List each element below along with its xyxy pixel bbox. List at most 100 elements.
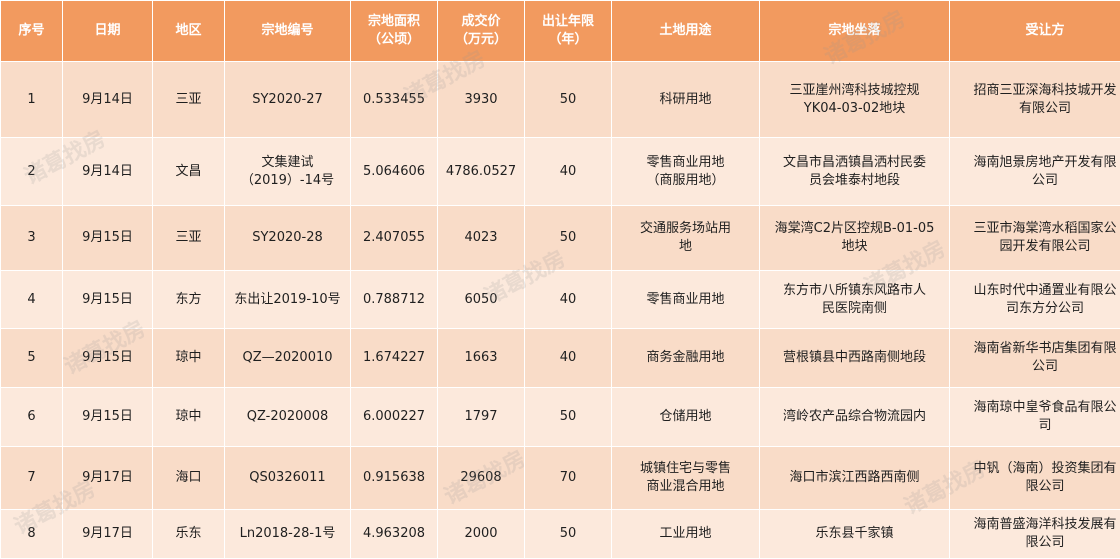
row-region: 三亚	[153, 62, 225, 138]
row-region: 乐东	[153, 510, 225, 559]
row-land-use: 仓储用地	[612, 388, 760, 447]
row-parcel-id: QZ-2020008	[225, 388, 351, 447]
row-land-use: 工业用地	[612, 510, 760, 559]
row-location: 海棠湾C2片区控规B-01-05 地块	[760, 206, 950, 271]
row-date: 9月14日	[63, 138, 153, 206]
row-buyer: 中钒（海南）投资集团有 限公司	[950, 447, 1120, 510]
row-location: 三亚崖州湾科技城控规 YK04-03-02地块	[760, 62, 950, 138]
row-region: 琼中	[153, 329, 225, 388]
row-region: 琼中	[153, 388, 225, 447]
table-row: 49月15日东方东出让2019-10号0.788712605040零售商业用地东…	[1, 271, 1120, 329]
row-date: 9月17日	[63, 510, 153, 559]
row-land-use: 交通服务场站用 地	[612, 206, 760, 271]
row-location: 文昌市昌洒镇昌洒村民委 员会堆泰村地段	[760, 138, 950, 206]
header-buyer: 受让方	[950, 1, 1120, 62]
row-years: 40	[525, 138, 612, 206]
row-area: 6.000227	[351, 388, 438, 447]
row-date: 9月15日	[63, 271, 153, 329]
land-transaction-table: 序号 日期 地区 宗地编号 宗地面积 （公顷） 成交价 （万元） 出让年限 （年…	[0, 0, 1120, 559]
row-parcel-id: SY2020-28	[225, 206, 351, 271]
row-date: 9月15日	[63, 329, 153, 388]
row-price: 29608	[438, 447, 525, 510]
header-date: 日期	[63, 1, 153, 62]
row-area: 0.533455	[351, 62, 438, 138]
row-land-use: 城镇住宅与零售 商业混合用地	[612, 447, 760, 510]
row-region: 三亚	[153, 206, 225, 271]
table-row: 89月17日乐东Ln2018-28-1号4.963208200050工业用地乐东…	[1, 510, 1120, 559]
row-no: 3	[1, 206, 63, 271]
table-row: 29月14日文昌文集建试 （2019）-14号5.0646064786.0527…	[1, 138, 1120, 206]
row-price: 1663	[438, 329, 525, 388]
row-years: 40	[525, 271, 612, 329]
row-area: 1.674227	[351, 329, 438, 388]
row-region: 东方	[153, 271, 225, 329]
table-row: 79月17日海口QS03260110.9156382960870城镇住宅与零售 …	[1, 447, 1120, 510]
header-area: 宗地面积 （公顷）	[351, 1, 438, 62]
row-region: 海口	[153, 447, 225, 510]
row-buyer: 海南省新华书店集团有限 公司	[950, 329, 1120, 388]
row-land-use: 科研用地	[612, 62, 760, 138]
header-parcel-id: 宗地编号	[225, 1, 351, 62]
row-land-use: 零售商业用地	[612, 271, 760, 329]
row-area: 0.788712	[351, 271, 438, 329]
row-buyer: 招商三亚深海科技城开发 有限公司	[950, 62, 1120, 138]
header-no: 序号	[1, 1, 63, 62]
row-parcel-id: 文集建试 （2019）-14号	[225, 138, 351, 206]
row-location: 湾岭农产品综合物流园内	[760, 388, 950, 447]
row-area: 5.064606	[351, 138, 438, 206]
row-price: 4786.0527	[438, 138, 525, 206]
row-no: 6	[1, 388, 63, 447]
row-buyer: 海南普盛海洋科技发展有 限公司	[950, 510, 1120, 559]
row-buyer: 山东时代中通置业有限公 司东方分公司	[950, 271, 1120, 329]
row-region: 文昌	[153, 138, 225, 206]
row-parcel-id: QZ—2020010	[225, 329, 351, 388]
header-land-use: 土地用途	[612, 1, 760, 62]
row-price: 4023	[438, 206, 525, 271]
header-price: 成交价 （万元）	[438, 1, 525, 62]
row-years: 70	[525, 447, 612, 510]
row-date: 9月15日	[63, 206, 153, 271]
row-area: 0.915638	[351, 447, 438, 510]
row-land-use: 商务金融用地	[612, 329, 760, 388]
row-date: 9月14日	[63, 62, 153, 138]
table-header-row: 序号 日期 地区 宗地编号 宗地面积 （公顷） 成交价 （万元） 出让年限 （年…	[1, 1, 1120, 62]
row-no: 4	[1, 271, 63, 329]
row-no: 8	[1, 510, 63, 559]
row-price: 1797	[438, 388, 525, 447]
row-price: 3930	[438, 62, 525, 138]
row-no: 5	[1, 329, 63, 388]
row-location: 乐东县千家镇	[760, 510, 950, 559]
row-area: 4.963208	[351, 510, 438, 559]
row-location: 海口市滨江西路西南侧	[760, 447, 950, 510]
row-parcel-id: 东出让2019-10号	[225, 271, 351, 329]
header-location: 宗地坐落	[760, 1, 950, 62]
row-years: 50	[525, 510, 612, 559]
row-buyer: 三亚市海棠湾水稻国家公 园开发有限公司	[950, 206, 1120, 271]
header-region: 地区	[153, 1, 225, 62]
row-years: 50	[525, 62, 612, 138]
row-date: 9月17日	[63, 447, 153, 510]
row-location: 东方市八所镇东风路市人 民医院南侧	[760, 271, 950, 329]
row-land-use: 零售商业用地 （商服用地）	[612, 138, 760, 206]
row-no: 7	[1, 447, 63, 510]
row-no: 2	[1, 138, 63, 206]
table-body: 19月14日三亚SY2020-270.533455393050科研用地三亚崖州湾…	[1, 62, 1120, 559]
row-price: 2000	[438, 510, 525, 559]
row-date: 9月15日	[63, 388, 153, 447]
table-row: 69月15日琼中QZ-20200086.000227179750仓储用地湾岭农产…	[1, 388, 1120, 447]
row-location: 营根镇县中西路南侧地段	[760, 329, 950, 388]
row-years: 50	[525, 388, 612, 447]
row-parcel-id: QS0326011	[225, 447, 351, 510]
row-area: 2.407055	[351, 206, 438, 271]
row-years: 40	[525, 329, 612, 388]
row-parcel-id: SY2020-27	[225, 62, 351, 138]
row-price: 6050	[438, 271, 525, 329]
table-row: 59月15日琼中QZ—20200101.674227166340商务金融用地营根…	[1, 329, 1120, 388]
row-buyer: 海南琼中皇爷食品有限公 司	[950, 388, 1120, 447]
header-years: 出让年限 （年）	[525, 1, 612, 62]
table-row: 19月14日三亚SY2020-270.533455393050科研用地三亚崖州湾…	[1, 62, 1120, 138]
row-parcel-id: Ln2018-28-1号	[225, 510, 351, 559]
row-no: 1	[1, 62, 63, 138]
row-buyer: 海南旭景房地产开发有限 公司	[950, 138, 1120, 206]
table-row: 39月15日三亚SY2020-282.407055402350交通服务场站用 地…	[1, 206, 1120, 271]
